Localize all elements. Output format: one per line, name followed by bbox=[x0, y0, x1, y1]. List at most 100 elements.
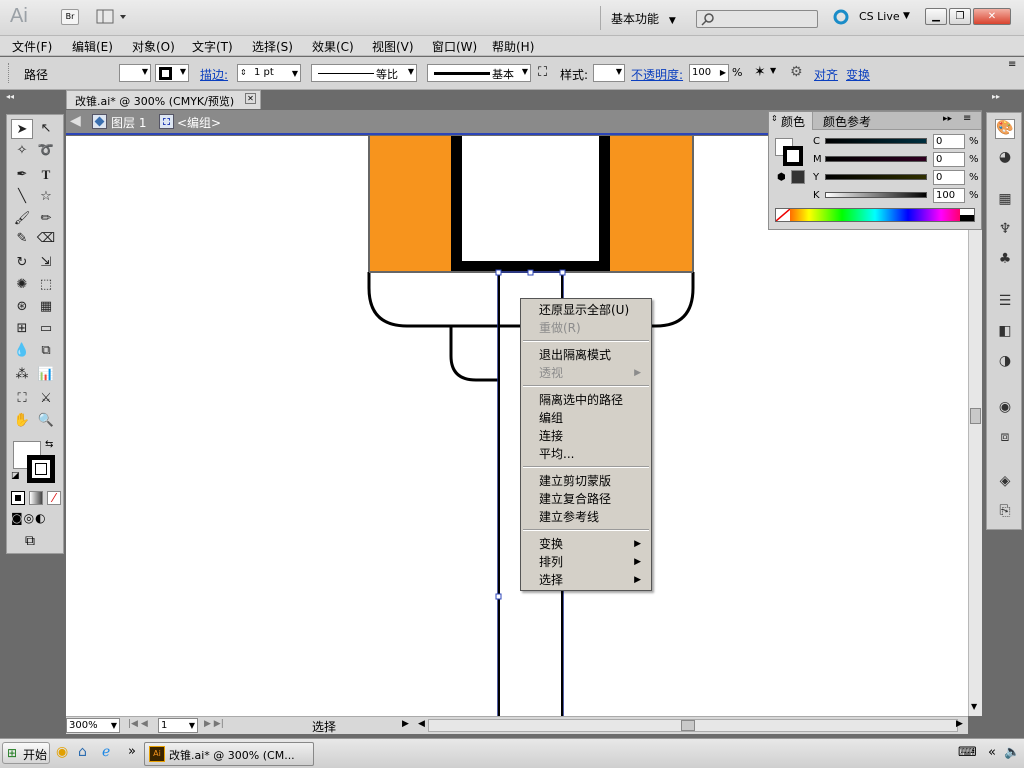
black-swatch[interactable] bbox=[960, 215, 974, 221]
brushes-icon[interactable]: ♆ bbox=[995, 221, 1015, 241]
menu-item-undo-view-all[interactable]: 还原显示全部(U) bbox=[539, 301, 649, 319]
pen-tool-icon[interactable]: ✒ bbox=[11, 165, 33, 185]
none-swatch[interactable] bbox=[775, 208, 791, 222]
recolor-artwork-icon[interactable]: ✶ bbox=[754, 64, 766, 80]
menu-item-exit-isolation-mode[interactable]: 退出隔离模式 bbox=[539, 346, 649, 364]
stroke-swatch[interactable] bbox=[27, 455, 55, 483]
quick-launch-more[interactable]: » bbox=[128, 744, 136, 759]
yellow-value-field[interactable]: 0 bbox=[933, 170, 965, 185]
artboard-number-field[interactable]: 1 ▼ bbox=[158, 718, 198, 733]
zoom-tool-icon[interactable]: 🔍 bbox=[35, 411, 57, 431]
arrange-documents-button[interactable] bbox=[96, 8, 130, 26]
graphic-style-dropdown[interactable]: ▼ bbox=[593, 64, 625, 82]
graphic-styles-icon[interactable]: ⧈ bbox=[995, 429, 1015, 449]
layers-icon[interactable]: ◈ bbox=[995, 473, 1015, 493]
symbol-sprayer-tool-icon[interactable]: ⁂ bbox=[11, 365, 33, 385]
out-of-gamut-icon[interactable]: ⬢ bbox=[777, 172, 786, 183]
anchor-point[interactable] bbox=[495, 269, 502, 276]
chrome-icon[interactable]: ◉ bbox=[56, 744, 68, 760]
color-mode-icon[interactable] bbox=[11, 491, 25, 505]
group-name[interactable]: <编组> bbox=[177, 114, 221, 131]
collapse-panel-icon[interactable]: ▸▸ bbox=[943, 114, 952, 124]
bridge-button[interactable]: Br bbox=[61, 9, 79, 25]
close-button[interactable]: ✕ bbox=[973, 8, 1011, 25]
black-value-field[interactable]: 100 bbox=[933, 188, 965, 203]
yellow-slider[interactable] bbox=[825, 174, 927, 180]
opacity-panel-link[interactable]: 不透明度: bbox=[631, 66, 683, 83]
start-button[interactable]: ⊞ 开始 bbox=[2, 742, 50, 764]
menu-item-average[interactable]: 平均... bbox=[539, 445, 649, 463]
color-spectrum-bar[interactable] bbox=[775, 208, 975, 222]
close-document-icon[interactable]: ✕ bbox=[245, 93, 256, 104]
color-panel-icon[interactable]: 🎨 bbox=[995, 119, 1015, 139]
layer-name[interactable]: 图层 1 bbox=[111, 114, 146, 131]
swatches-icon[interactable]: ▦ bbox=[995, 191, 1015, 211]
warp-tool-icon[interactable]: ✺ bbox=[11, 275, 33, 295]
menu-item-make-compound-path[interactable]: 建立复合路径 bbox=[539, 490, 649, 508]
free-transform-tool-icon[interactable]: ⬚ bbox=[35, 275, 57, 295]
panel-menu-icon[interactable]: ≡ bbox=[1008, 59, 1016, 70]
stroke-swatch[interactable] bbox=[783, 146, 803, 166]
gradient-panel-icon[interactable]: ◧ bbox=[995, 323, 1015, 343]
scroll-right-icon[interactable]: ▶ bbox=[956, 719, 963, 729]
hand-tool-icon[interactable]: ✋ bbox=[11, 411, 33, 431]
scrollbar-thumb[interactable] bbox=[681, 720, 695, 731]
blob-brush-tool-icon[interactable]: ✎ bbox=[11, 229, 33, 249]
menu-type[interactable]: 文字(T) bbox=[192, 38, 233, 55]
keyboard-icon[interactable]: ⌨ bbox=[958, 745, 977, 760]
menu-window[interactable]: 窗口(W) bbox=[432, 38, 477, 55]
black-slider[interactable] bbox=[825, 192, 927, 198]
symbols-icon[interactable]: ♣ bbox=[995, 251, 1015, 271]
menu-select[interactable]: 选择(S) bbox=[252, 38, 293, 55]
tab-color-guide[interactable]: 颜色参考 bbox=[823, 113, 871, 130]
selection-tool-icon[interactable]: ➤ bbox=[11, 119, 33, 139]
artboards-icon[interactable]: ⎘ bbox=[995, 503, 1015, 523]
scale-tool-icon[interactable]: ⇲ bbox=[35, 253, 57, 273]
cyan-value-field[interactable]: 0 bbox=[933, 134, 965, 149]
anchor-point[interactable] bbox=[559, 269, 566, 276]
document-tab[interactable]: 改锥.ai* @ 300% (CMYK/预览) ✕ bbox=[66, 90, 261, 109]
horizontal-scrollbar[interactable] bbox=[428, 719, 958, 732]
brush-definition-dropdown[interactable]: 基本 ▼ bbox=[427, 64, 531, 82]
stroke-panel-link[interactable]: 描边: bbox=[200, 66, 228, 83]
cyan-slider[interactable] bbox=[825, 138, 927, 144]
expand-panels-icon[interactable]: ▸▸ bbox=[992, 92, 1000, 101]
line-segment-tool-icon[interactable]: ╲ bbox=[11, 187, 33, 207]
menu-item-arrange[interactable]: 排列 ▶ bbox=[539, 553, 649, 571]
align-panel-link[interactable]: 对齐 bbox=[814, 66, 838, 83]
magic-wand-tool-icon[interactable]: ✧ bbox=[11, 141, 33, 161]
shape-builder-tool-icon[interactable]: ⊛ bbox=[11, 297, 33, 317]
stroke-weight-field[interactable]: ⇕ 1 pt ▼ bbox=[237, 64, 301, 82]
scroll-down-icon[interactable]: ▼ bbox=[971, 702, 977, 711]
artboard-tool-icon[interactable]: ⛶ bbox=[11, 389, 33, 409]
column-graph-tool-icon[interactable]: 📊 bbox=[35, 365, 57, 385]
menu-view[interactable]: 视图(V) bbox=[372, 38, 414, 55]
fill-swatch-dropdown[interactable]: ▼ bbox=[119, 64, 151, 82]
gradient-mode-icon[interactable] bbox=[29, 491, 43, 505]
menu-effect[interactable]: 效果(C) bbox=[312, 38, 354, 55]
menu-item-group[interactable]: 编组 bbox=[539, 409, 649, 427]
magenta-value-field[interactable]: 0 bbox=[933, 152, 965, 167]
paintbrush-tool-icon[interactable]: 🖌 bbox=[11, 209, 33, 229]
direct-selection-tool-icon[interactable]: ↖ bbox=[35, 119, 57, 139]
transparency-icon[interactable]: ◑ bbox=[995, 353, 1015, 373]
minimize-button[interactable]: ▁ bbox=[925, 8, 947, 25]
default-fill-stroke-icon[interactable]: ◪ bbox=[11, 471, 20, 481]
menu-item-select[interactable]: 选择 ▶ bbox=[539, 571, 649, 589]
zoom-level-field[interactable]: 300% ▼ bbox=[66, 718, 120, 733]
pencil-tool-icon[interactable]: ✏ bbox=[35, 209, 57, 229]
isolate-object-icon[interactable]: ⚙ bbox=[790, 64, 803, 80]
rotate-tool-icon[interactable]: ↻ bbox=[11, 253, 33, 273]
graphic-style-icon[interactable]: ⛶ bbox=[538, 65, 547, 80]
menu-item-isolate-selected-path[interactable]: 隔离选中的路径 bbox=[539, 391, 649, 409]
workspace-switcher[interactable]: 基本功能 ▼ bbox=[611, 10, 681, 26]
variable-width-profile-dropdown[interactable]: 等比 ▼ bbox=[311, 64, 417, 82]
menu-item-transform[interactable]: 变换 ▶ bbox=[539, 535, 649, 553]
show-hidden-icons[interactable]: « bbox=[988, 745, 996, 760]
help-search-input[interactable] bbox=[696, 10, 818, 28]
speaker-icon[interactable]: 🔈 bbox=[1004, 745, 1020, 760]
chevron-right-icon[interactable]: ▶ bbox=[720, 65, 726, 81]
menu-item-join[interactable]: 连接 bbox=[539, 427, 649, 445]
type-tool-icon[interactable]: T bbox=[35, 165, 57, 185]
eraser-tool-icon[interactable]: ⌫ bbox=[35, 229, 57, 249]
